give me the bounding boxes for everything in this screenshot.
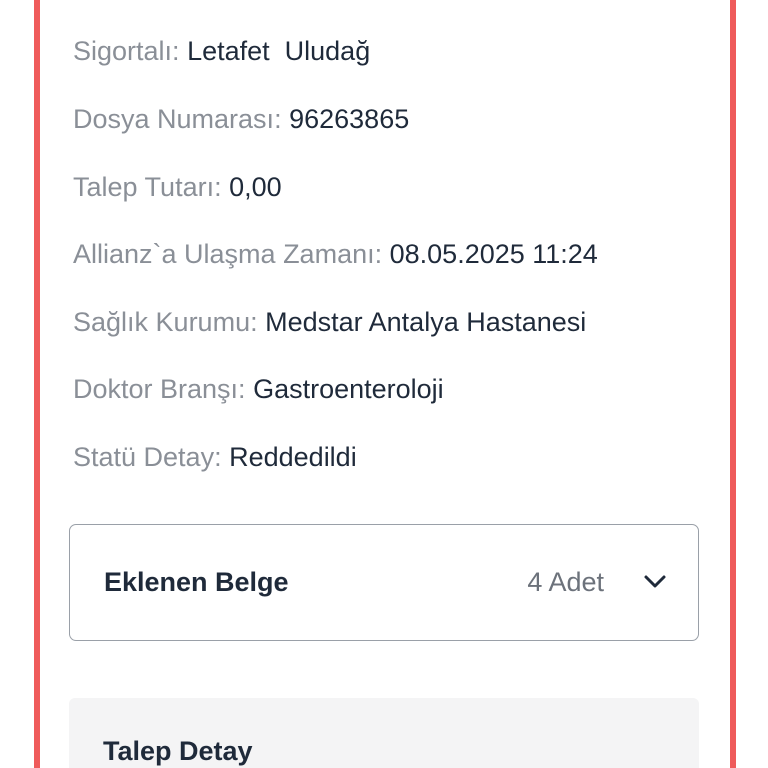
doctor-branch-value: Gastroenteroloji xyxy=(253,374,444,404)
doctor-branch-row: Doktor Branşı: Gastroenteroloji xyxy=(73,372,444,406)
insured-row: Sigortalı: Letafet Uludağ xyxy=(73,34,370,68)
attached-documents-accordion[interactable]: Eklenen Belge 4 Adet xyxy=(69,524,699,641)
claim-amount-label: Talep Tutarı: xyxy=(73,172,222,202)
chevron-down-icon[interactable] xyxy=(642,571,668,593)
request-detail-title: Talep Detay xyxy=(103,736,253,766)
file-number-label: Dosya Numarası: xyxy=(73,104,282,134)
request-detail-section: Talep Detay xyxy=(69,698,699,768)
received-time-label: Allianz`a Ulaşma Zamanı: xyxy=(73,239,383,269)
status-detail-label: Statü Detay: xyxy=(73,442,222,472)
page: Sigortalı: Letafet Uludağ Dosya Numarası… xyxy=(0,0,768,768)
doctor-branch-label: Doktor Branşı: xyxy=(73,374,246,404)
health-institution-value: Medstar Antalya Hastanesi xyxy=(265,307,587,337)
status-detail-value: Reddedildi xyxy=(229,442,357,472)
health-institution-row: Sağlık Kurumu: Medstar Antalya Hastanesi xyxy=(73,305,586,339)
file-number-row: Dosya Numarası: 96263865 xyxy=(73,102,409,136)
status-detail-row: Statü Detay: Reddedildi xyxy=(73,440,357,474)
claim-amount-row: Talep Tutarı: 0,00 xyxy=(73,170,282,204)
file-number-value: 96263865 xyxy=(289,104,410,134)
insured-value: Letafet Uludağ xyxy=(187,36,371,66)
attached-documents-title: Eklenen Belge xyxy=(104,567,289,597)
attached-documents-count: 4 Adet xyxy=(527,567,604,597)
received-time-value: 08.05.2025 11:24 xyxy=(389,239,598,269)
received-time-row: Allianz`a Ulaşma Zamanı: 08.05.2025 11:2… xyxy=(73,237,598,271)
insured-label: Sigortalı: xyxy=(73,36,180,66)
claim-amount-value: 0,00 xyxy=(229,172,282,202)
health-institution-label: Sağlık Kurumu: xyxy=(73,307,258,337)
